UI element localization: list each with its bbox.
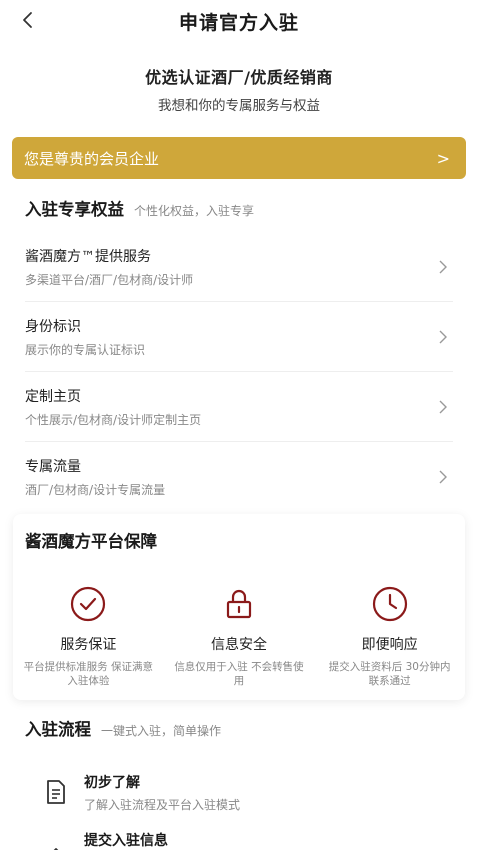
benefit-desc: 酒厂/包材商/设计专属流量 [25,483,166,497]
guarantee-item-service: 服务保证 平台提供标准服务 保证满意入驻体验 [18,584,158,688]
benefit-item-traffic[interactable]: 专属流量 酒厂/包材商/设计专属流量 [25,442,453,512]
guarantee-item-response: 即便响应 提交入驻资料后 30分钟内联系通过 [320,584,460,688]
chevron-right-icon [439,470,447,484]
benefit-name: 专属流量 [25,459,81,475]
flow-step-submit: 提交入驻信息 [42,830,442,850]
guarantee-desc: 提交入驻资料后 30分钟内联系通过 [328,661,451,687]
member-enterprise-banner[interactable]: 您是尊贵的会员企业 > [12,137,466,179]
platform-guarantee-card: 酱酒魔方平台保障 服务保证 平台提供标准服务 保证满意入驻体验 信息安全 信息仅… [13,514,465,700]
clock-icon [372,586,407,622]
benefits-subtitle: 个性化权益，入驻专享 [134,204,255,218]
chevron-right-icon [439,330,447,343]
upload-icon [53,848,59,850]
guarantee-row: 服务保证 平台提供标准服务 保证满意入驻体验 信息安全 信息仅用于入驻 不会转售… [13,584,465,688]
hero-section: 优选认证酒厂/优质经销商 我想和你的专属服务与权益 [0,64,478,114]
benefit-desc: 个性展示/包材商/设计师定制主页 [25,412,202,427]
benefits-title: 入驻专享权益 [25,200,124,219]
page-title: 申请官方入驻 [178,12,299,34]
flow-title: 入驻流程 [25,720,91,739]
guarantee-label: 即便响应 [361,637,418,653]
guarantee-title: 酱酒魔方平台保障 [25,532,157,551]
flow-step-name: 初步了解 [84,775,140,791]
chevron-right-icon: > [436,148,450,168]
hero-title: 优选认证酒厂/优质经销商 [145,68,333,87]
guarantee-item-security: 信息安全 信息仅用于入驻 不会转售使用 [169,584,309,688]
benefit-desc: 展示你的专属认证标识 [25,342,146,357]
benefit-name: 身份标识 [25,318,81,335]
guarantee-label: 信息安全 [210,637,267,653]
chevron-right-icon [439,400,447,413]
guarantee-desc: 信息仅用于入驻 不会转售使用 [174,661,304,687]
chevron-right-icon [439,260,447,273]
benefits-list: 酱酒魔方™提供服务 多渠道平台/酒厂/包材商/设计师 身份标识 展示你的专属认证… [25,232,453,512]
benefit-item-identity[interactable]: 身份标识 展示你的专属认证标识 [25,302,453,372]
flow-steps: 初步了解 了解入驻流程及平台入驻模式 提交入驻信息 [42,772,442,850]
lock-icon [226,589,252,619]
document-icon [47,780,65,804]
guarantee-label: 服务保证 [60,637,117,653]
benefit-item-service[interactable]: 酱酒魔方™提供服务 多渠道平台/酒厂/包材商/设计师 [25,232,453,302]
flow-header: 入驻流程 一键式入驻，简单操作 [25,716,221,740]
flow-subtitle: 一键式入驻，简单操作 [101,724,222,738]
benefit-name: 酱酒魔方™提供服务 [25,248,151,265]
flow-step-learn: 初步了解 了解入驻流程及平台入驻模式 [42,772,442,830]
guarantee-desc: 平台提供标准服务 保证满意入驻体验 [23,661,153,687]
header: 申请官方入驻 [0,0,478,46]
hero-subtitle: 我想和你的专属服务与权益 [158,98,320,114]
benefit-name: 定制主页 [25,388,81,405]
flow-step-name: 提交入驻信息 [84,833,168,849]
flow-step-desc: 了解入驻流程及平台入驻模式 [84,798,241,812]
member-banner-text: 您是尊贵的会员企业 [24,149,160,168]
benefit-item-homepage[interactable]: 定制主页 个性展示/包材商/设计师定制主页 [25,372,453,442]
check-circle-icon [71,586,106,622]
benefits-header: 入驻专享权益 个性化权益，入驻专享 [25,196,254,220]
benefit-desc: 多渠道平台/酒厂/包材商/设计师 [25,272,194,287]
